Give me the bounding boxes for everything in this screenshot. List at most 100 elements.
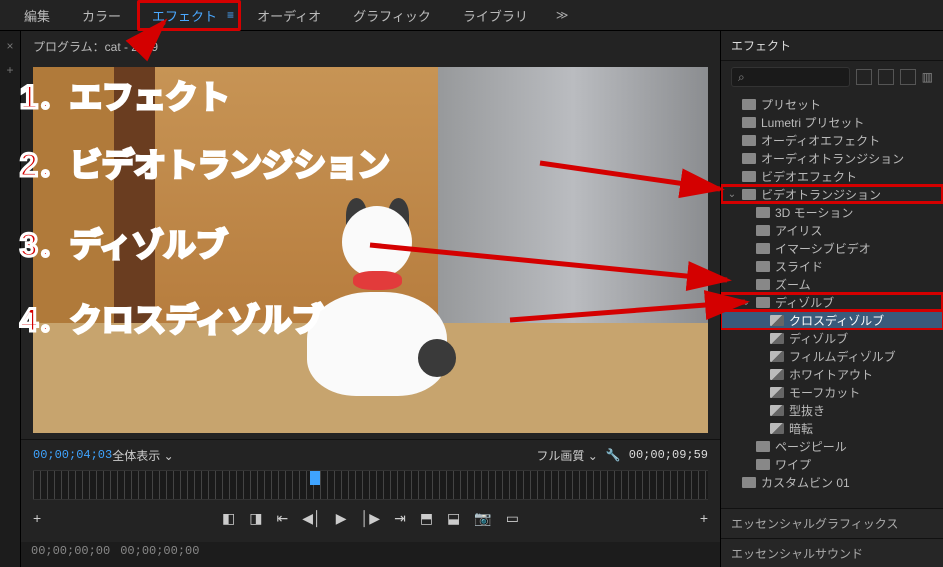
tree-label: スライド xyxy=(775,258,823,275)
tree-label: オーディオトランジション xyxy=(761,150,904,167)
effect-item[interactable]: モーフカット xyxy=(721,383,943,401)
tree-label: ページピール xyxy=(775,438,847,455)
effect-icon xyxy=(770,387,784,398)
effect-folder[interactable]: ⌄ ビデオトランジション xyxy=(721,185,943,203)
tab-color[interactable]: カラー xyxy=(66,2,137,29)
mini-timeline[interactable] xyxy=(33,470,708,500)
new-bin-icon[interactable]: ▥ xyxy=(922,70,933,84)
filter-icon-3[interactable] xyxy=(900,69,916,85)
add-button-right[interactable]: + xyxy=(700,510,708,526)
compare-button[interactable]: ▭ xyxy=(506,510,519,527)
resolution-select[interactable]: フル画質 ⌄ xyxy=(536,447,597,464)
tree-label: ビデオエフェクト xyxy=(761,168,857,185)
left-gutter: × + xyxy=(0,31,20,567)
effect-folder[interactable]: プリセット xyxy=(721,95,943,113)
folder-icon xyxy=(756,441,770,452)
current-timecode[interactable]: 00;00;04;03 xyxy=(33,448,112,462)
program-monitor-title: プログラム：cat - 2879 xyxy=(21,31,720,61)
lift-button[interactable]: ⬒ xyxy=(420,510,433,527)
disclosure-icon[interactable]: ⌄ xyxy=(727,189,737,200)
zoom-select[interactable]: 全体表示 ⌄ xyxy=(112,447,173,464)
folder-icon xyxy=(742,477,756,488)
play-button[interactable]: ▶ xyxy=(336,510,347,527)
tree-label: モーフカット xyxy=(789,384,860,401)
effect-folder[interactable]: オーディオエフェクト xyxy=(721,131,943,149)
extract-button[interactable]: ⬓ xyxy=(447,510,460,527)
effect-item[interactable]: 暗転 xyxy=(721,419,943,437)
tree-label: ズーム xyxy=(775,276,811,293)
folder-icon xyxy=(742,189,756,200)
add-button-left[interactable]: + xyxy=(33,510,41,526)
tab-edit[interactable]: 編集 xyxy=(8,2,66,29)
timeline-footer: 00;00;00;00 00;00;00;00 xyxy=(21,542,720,567)
folder-icon xyxy=(742,99,756,110)
tabs-overflow-icon[interactable]: ≫ xyxy=(556,8,569,22)
step-back-button[interactable]: ◀│ xyxy=(302,510,322,527)
go-to-out-button[interactable]: ⇥ xyxy=(394,510,406,527)
disclosure-icon[interactable]: ⌄ xyxy=(741,297,751,308)
effect-folder[interactable]: ズーム xyxy=(721,275,943,293)
effect-item[interactable]: フィルムディゾルブ xyxy=(721,347,943,365)
tree-label: プリセット xyxy=(761,96,821,113)
effects-panel: エフェクト ⌕ ▥ プリセットLumetri プリセットオーディオエフェクトオー… xyxy=(721,31,943,567)
effect-folder[interactable]: スライド xyxy=(721,257,943,275)
tree-label: イマーシブビデオ xyxy=(775,240,871,257)
tree-label: フィルムディゾルブ xyxy=(789,348,896,365)
effect-item[interactable]: ホワイトアウト xyxy=(721,365,943,383)
tree-label: 型抜き xyxy=(789,402,825,419)
effect-icon xyxy=(770,333,784,344)
tree-label: 3D モーション xyxy=(775,204,853,221)
effect-folder[interactable]: アイリス xyxy=(721,221,943,239)
effect-item[interactable]: ディゾルブ xyxy=(721,329,943,347)
filter-icon-1[interactable] xyxy=(856,69,872,85)
tree-label: Lumetri プリセット xyxy=(761,114,864,131)
tree-label: ディゾルブ xyxy=(775,294,834,311)
transport-bar: 00;00;04;03 全体表示 ⌄ フル画質 ⌄ 🔧 00;00;09;59 … xyxy=(21,439,720,542)
go-to-in-button[interactable]: ⇤ xyxy=(277,510,289,527)
effect-folder[interactable]: Lumetri プリセット xyxy=(721,113,943,131)
effect-folder[interactable]: ページピール xyxy=(721,437,943,455)
tree-label: カスタムビン 01 xyxy=(761,474,850,491)
folder-icon xyxy=(742,117,756,128)
tree-label: アイリス xyxy=(775,222,822,239)
folder-icon xyxy=(756,459,770,470)
settings-icon[interactable]: 🔧 xyxy=(606,448,621,462)
essential-graphics-panel[interactable]: エッセンシャルグラフィックス xyxy=(721,508,943,538)
program-monitor[interactable] xyxy=(33,67,708,433)
effect-item[interactable]: クロスディゾルブ xyxy=(721,311,943,329)
effects-search-input[interactable]: ⌕ xyxy=(731,67,850,87)
essential-sound-panel[interactable]: エッセンシャルサウンド xyxy=(721,538,943,567)
tab-menu-icon[interactable]: ≡ xyxy=(227,8,234,22)
tab-audio[interactable]: オーディオ xyxy=(241,2,337,29)
folder-icon xyxy=(742,171,756,182)
tree-label: ビデオトランジション xyxy=(761,186,881,203)
export-frame-button[interactable]: 📷 xyxy=(474,510,491,527)
tree-label: オーディオエフェクト xyxy=(761,132,880,149)
effect-folder[interactable]: 3D モーション xyxy=(721,203,943,221)
playhead-icon[interactable] xyxy=(310,471,320,485)
tab-effects[interactable]: エフェクト xyxy=(144,4,225,27)
folder-icon xyxy=(742,153,756,164)
video-frame xyxy=(33,67,708,433)
step-fwd-button[interactable]: │▶ xyxy=(361,510,381,527)
filter-icon-2[interactable] xyxy=(878,69,894,85)
effect-folder[interactable]: カスタムビン 01 xyxy=(721,473,943,491)
mark-out-button[interactable]: ◨ xyxy=(249,510,262,527)
effect-folder[interactable]: ⌄ ディゾルブ xyxy=(721,293,943,311)
effect-folder[interactable]: オーディオトランジション xyxy=(721,149,943,167)
source-close-icon[interactable]: × xyxy=(6,39,13,53)
source-add-icon[interactable]: + xyxy=(6,63,13,77)
folder-icon xyxy=(756,279,770,290)
effect-folder[interactable]: ワイプ xyxy=(721,455,943,473)
effect-item[interactable]: 型抜き xyxy=(721,401,943,419)
tab-graphics[interactable]: グラフィック xyxy=(337,2,447,29)
effect-icon xyxy=(770,351,784,362)
tab-library[interactable]: ライブラリ xyxy=(447,2,544,29)
effect-icon xyxy=(770,369,784,380)
effect-icon xyxy=(770,423,784,434)
mark-in-button[interactable]: ◧ xyxy=(222,510,235,527)
timeline-tc1: 00;00;00;00 xyxy=(31,544,110,566)
effect-folder[interactable]: イマーシブビデオ xyxy=(721,239,943,257)
effect-folder[interactable]: ビデオエフェクト xyxy=(721,167,943,185)
tree-label: ホワイトアウト xyxy=(789,366,873,383)
